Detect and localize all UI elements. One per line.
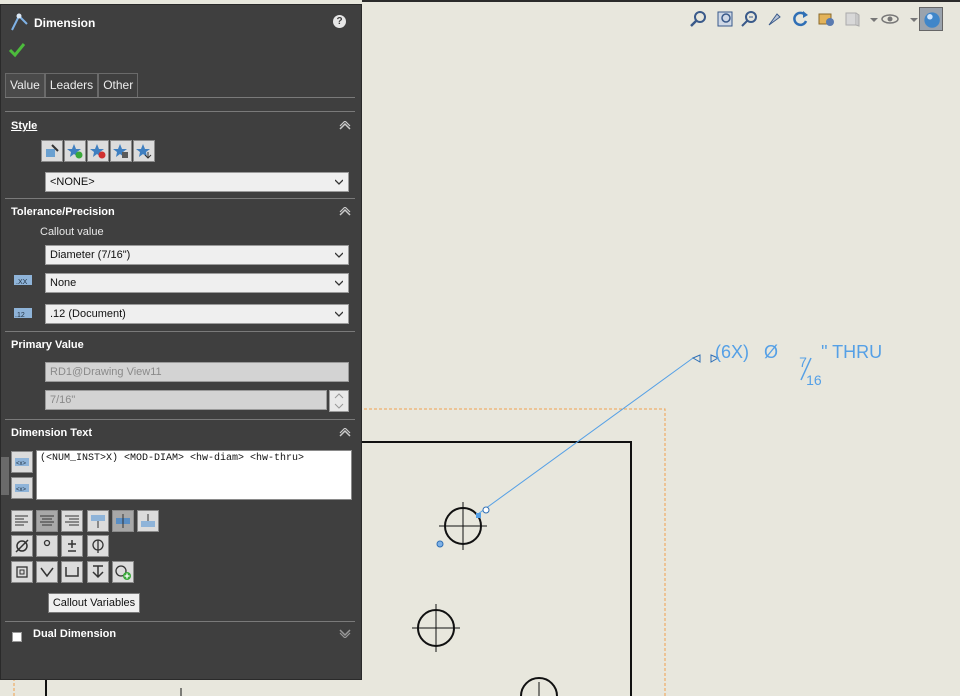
more-symbols-icon[interactable] [112, 561, 134, 583]
precision-icon: .12 [14, 308, 32, 319]
tolerance-heading[interactable]: Tolerance/Precision [11, 206, 115, 218]
dimension-text-add-parentheses-icon[interactable]: <x> [11, 451, 33, 473]
hole-1[interactable] [439, 502, 487, 550]
collapse-chevron-icon[interactable] [339, 121, 351, 131]
collapse-chevron-icon[interactable] [339, 428, 351, 438]
plus-minus-symbol-icon[interactable] [61, 535, 83, 557]
callout-thru: " THRU [821, 342, 883, 362]
load-style-icon[interactable] [133, 140, 155, 162]
dimension-name-field[interactable]: RD1@Drawing View11 [45, 362, 349, 382]
leader-arrow [691, 354, 701, 363]
depth-symbol-icon[interactable] [87, 561, 109, 583]
property-manager-panel: Dimension ? Value Leaders Other Style <N… [0, 4, 362, 680]
precision-value: .12 (Document) [50, 308, 126, 320]
style-dropdown[interactable]: <NONE> [45, 172, 349, 192]
callout-denominator: 16 [806, 372, 822, 388]
tab-other[interactable]: Other [98, 73, 139, 97]
hole-2[interactable] [412, 604, 460, 652]
ok-check-icon[interactable] [8, 42, 26, 58]
delete-style-icon[interactable] [87, 140, 109, 162]
primary-value-field[interactable]: 7/16" [45, 390, 327, 410]
apply-default-style-icon[interactable] [41, 140, 63, 162]
text-above-icon[interactable] [87, 510, 109, 532]
justify-right-icon[interactable] [61, 510, 83, 532]
style-heading[interactable]: Style [11, 120, 37, 132]
panel-title: Dimension [34, 16, 96, 30]
justify-left-icon[interactable] [11, 510, 33, 532]
tab-value[interactable]: Value [5, 73, 45, 97]
tolerance-type-value: None [50, 277, 77, 289]
countersink-symbol-icon[interactable] [36, 561, 58, 583]
collapse-chevron-icon[interactable] [339, 207, 351, 217]
spinner-arrows-icon [334, 393, 344, 409]
section-divider [5, 419, 355, 420]
expand-chevron-icon[interactable] [339, 628, 351, 638]
callout-value-label: Callout value [40, 226, 104, 238]
hole-callout[interactable]: (6X) Ø 7 16 " THRU [715, 342, 883, 388]
leader-line[interactable] [477, 357, 694, 515]
leader-handle-2[interactable] [436, 540, 444, 548]
degree-symbol-icon[interactable] [36, 535, 58, 557]
callout-count: (6X) [715, 342, 750, 362]
square-symbol-icon[interactable] [11, 561, 33, 583]
panel-tabs: Value Leaders Other [5, 73, 139, 97]
primary-value-heading[interactable]: Primary Value [11, 339, 84, 351]
chevron-down-icon [335, 311, 343, 317]
section-divider [5, 331, 355, 332]
section-divider [5, 621, 355, 622]
chevron-down-icon [335, 252, 343, 258]
section-divider [5, 198, 355, 199]
diameter-symbol: Ø [764, 342, 779, 362]
chevron-down-icon [335, 280, 343, 286]
chevron-down-icon [335, 179, 343, 185]
svg-text:<x>: <x> [16, 461, 27, 467]
leader-grip[interactable] [476, 513, 481, 518]
tabs-divider [5, 97, 355, 98]
precision-dropdown[interactable]: .12 (Document) [45, 304, 349, 324]
diameter-symbol-icon[interactable] [11, 535, 33, 557]
leader-handle[interactable] [482, 506, 490, 514]
tolerance-type-icon: .XX [14, 275, 32, 286]
help-icon[interactable]: ? [333, 15, 346, 28]
text-middle-icon[interactable] [112, 510, 134, 532]
text-below-icon[interactable] [137, 510, 159, 532]
centerline-symbol-icon[interactable] [87, 535, 109, 557]
value-spinner[interactable] [329, 390, 349, 412]
dual-dimension-checkbox[interactable] [12, 632, 22, 642]
svg-text:.XX: .XX [16, 279, 28, 286]
dimension-text-heading[interactable]: Dimension Text [11, 427, 92, 439]
counterbore-symbol-icon[interactable] [61, 561, 83, 583]
hole-3[interactable] [520, 677, 558, 696]
svg-text:.12: .12 [15, 312, 25, 319]
callout-value-dropdown[interactable]: Diameter (7/16") [45, 245, 349, 265]
add-style-icon[interactable] [64, 140, 86, 162]
tab-leaders[interactable]: Leaders [44, 73, 99, 97]
dimension-icon [11, 13, 28, 31]
dimension-text-center-icon[interactable]: <x> [11, 477, 33, 499]
save-style-icon[interactable] [110, 140, 132, 162]
part-edge[interactable] [362, 441, 632, 696]
callout-variables-tooltip: Callout Variables [48, 593, 140, 613]
panel-flyout-handle[interactable] [1, 457, 9, 495]
style-dropdown-value: <NONE> [50, 176, 95, 188]
callout-value-text: Diameter (7/16") [50, 249, 131, 261]
dual-dimension-label[interactable]: Dual Dimension [33, 628, 116, 640]
svg-text:<x>: <x> [16, 487, 27, 493]
dimension-text-box[interactable]: (<NUM_INST>X) <MOD-DIAM> <hw-diam> <hw-t… [36, 450, 352, 500]
tolerance-type-dropdown[interactable]: None [45, 273, 349, 293]
section-divider [5, 111, 355, 112]
justify-center-icon[interactable] [36, 510, 58, 532]
